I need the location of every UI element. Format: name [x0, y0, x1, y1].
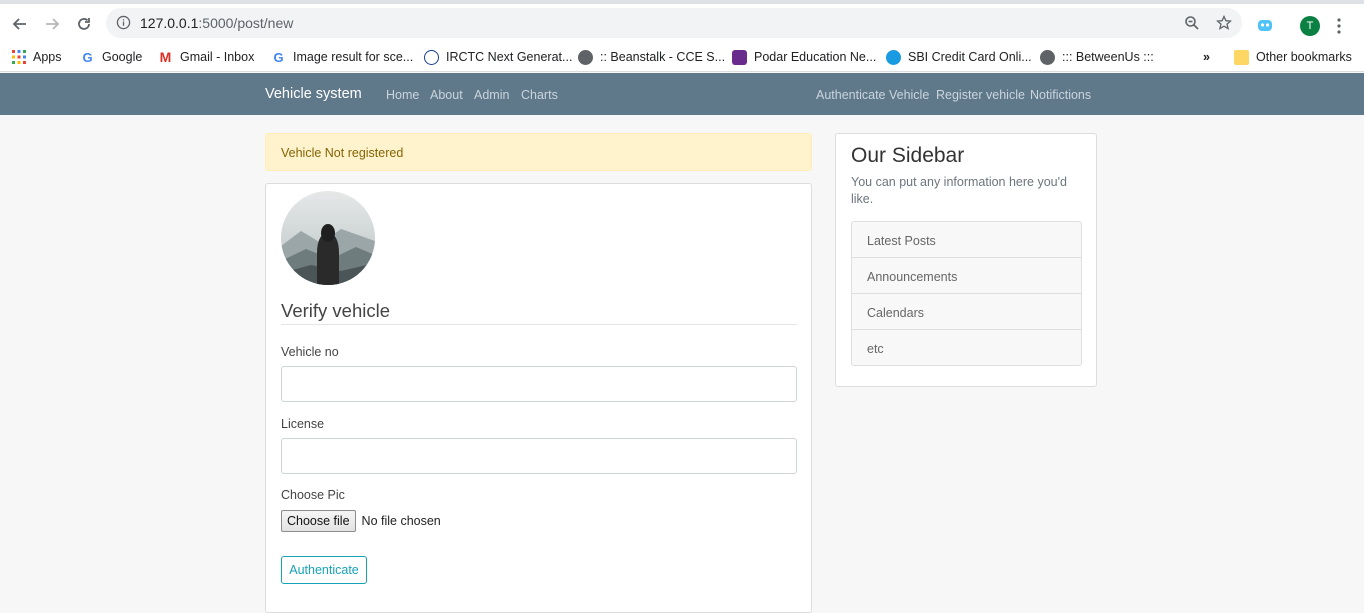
file-input[interactable]: Choose file No file chosen: [281, 510, 441, 532]
browser-menu-icon[interactable]: [1336, 17, 1342, 40]
bookmarks-bar: Apps G Google M Gmail - Inbox G Image re…: [0, 44, 1364, 72]
url-text: 127.0.0.1:5000/post/new: [140, 15, 294, 31]
bookmark-label: Gmail - Inbox: [180, 50, 255, 64]
sidebar-item-announcements[interactable]: Announcements: [851, 257, 1082, 294]
forward-button[interactable]: [41, 13, 63, 35]
license-input[interactable]: [281, 438, 797, 474]
sidebar-text: You can put any information here you'd l…: [851, 175, 1067, 206]
address-bar[interactable]: 127.0.0.1:5000/post/new: [106, 8, 1242, 38]
reload-button[interactable]: [73, 13, 95, 35]
sidebar-item-calendars[interactable]: Calendars: [851, 293, 1082, 330]
site-info-icon[interactable]: [116, 15, 131, 35]
podar-icon: [732, 49, 747, 65]
bookmark-label: SBI Credit Card Onli...: [908, 50, 1032, 64]
bookmark-label: Image result for sce...: [293, 50, 414, 64]
vehicle-no-label: Vehicle no: [281, 345, 339, 359]
sidebar-list: Latest Posts Announcements Calendars etc: [851, 221, 1082, 366]
bookmark-star-icon[interactable]: [1215, 14, 1233, 36]
bookmark-label: ::: BetweenUs :::: [1062, 50, 1154, 64]
nav-register-vehicle[interactable]: Register vehicle: [936, 88, 1025, 102]
apps-grid-icon: [12, 50, 26, 64]
choose-pic-label: Choose Pic: [281, 488, 345, 502]
profile-avatar[interactable]: T: [1300, 16, 1320, 36]
vehicle-no-input[interactable]: [281, 366, 797, 402]
form-legend: Verify vehicle: [281, 300, 797, 325]
overflow-label: »: [1203, 50, 1210, 64]
verify-form-card: Verify vehicle Vehicle no License Choose…: [265, 183, 812, 613]
nav-charts[interactable]: Charts: [521, 88, 558, 102]
bookmark-betweenus[interactable]: ::: BetweenUs :::: [1040, 47, 1154, 67]
other-bookmarks[interactable]: Other bookmarks: [1234, 47, 1352, 67]
sbi-icon: [886, 49, 901, 65]
back-arrow-icon: [12, 18, 26, 30]
sidebar-title: Our Sidebar: [851, 144, 965, 167]
globe-icon: [1040, 49, 1055, 65]
nav-home[interactable]: Home: [386, 88, 419, 102]
nav-notifications[interactable]: Notifictions: [1030, 88, 1091, 102]
file-status: No file chosen: [361, 514, 441, 528]
zoom-icon[interactable]: [1184, 15, 1200, 36]
bookmark-label: Podar Education Ne...: [754, 50, 877, 64]
bookmark-beanstalk[interactable]: :: Beanstalk - CCE S...: [578, 47, 725, 67]
authenticate-button[interactable]: Authenticate: [281, 556, 367, 584]
brand-link[interactable]: Vehicle system: [265, 86, 362, 102]
bookmark-sbi[interactable]: SBI Credit Card Onli...: [886, 47, 1032, 67]
bookmark-google[interactable]: G Google: [80, 47, 142, 67]
sidebar-item-etc[interactable]: etc: [851, 329, 1082, 366]
app-navbar: Vehicle system Home About Admin Charts A…: [0, 73, 1364, 115]
alert-message: Vehicle Not registered: [281, 146, 404, 160]
back-button[interactable]: [9, 13, 31, 35]
profile-image: [281, 191, 375, 285]
nav-authenticate-vehicle[interactable]: Authenticate Vehicle: [816, 88, 929, 102]
other-bookmarks-label: Other bookmarks: [1256, 50, 1352, 64]
bookmark-label: :: Beanstalk - CCE S...: [600, 50, 726, 64]
nav-about[interactable]: About: [430, 88, 463, 102]
browser-toolbar: 127.0.0.1:5000/post/new T: [0, 0, 1364, 44]
bookmark-label: Apps: [33, 50, 62, 64]
bookmark-label: IRCTC Next Generat...: [446, 50, 573, 64]
bookmarks-overflow-button[interactable]: »: [1203, 47, 1210, 67]
folder-icon: [1234, 49, 1249, 65]
warning-alert: Vehicle Not registered: [265, 133, 812, 171]
google-icon: G: [273, 49, 284, 65]
reload-icon: [78, 18, 90, 30]
bookmark-irctc[interactable]: IRCTC Next Generat...: [424, 47, 572, 67]
bookmark-image-result[interactable]: G Image result for sce...: [271, 47, 413, 67]
bookmark-apps[interactable]: Apps: [12, 47, 62, 67]
google-icon: G: [82, 49, 93, 65]
license-label: License: [281, 417, 325, 431]
gmail-icon: M: [159, 49, 172, 65]
bookmark-podar[interactable]: Podar Education Ne...: [732, 47, 876, 67]
sidebar-item-latest-posts[interactable]: Latest Posts: [851, 221, 1082, 258]
globe-icon: [578, 49, 593, 65]
nav-admin[interactable]: Admin: [474, 88, 509, 102]
sidebar: Our Sidebar You can put any information …: [835, 133, 1097, 387]
choose-file-button[interactable]: Choose file: [281, 510, 356, 532]
forward-arrow-icon: [46, 18, 60, 30]
extension-icon[interactable]: [1256, 16, 1274, 34]
bookmark-label: Google: [102, 50, 143, 64]
irctc-icon: [424, 49, 439, 65]
bookmark-gmail[interactable]: M Gmail - Inbox: [158, 47, 255, 67]
